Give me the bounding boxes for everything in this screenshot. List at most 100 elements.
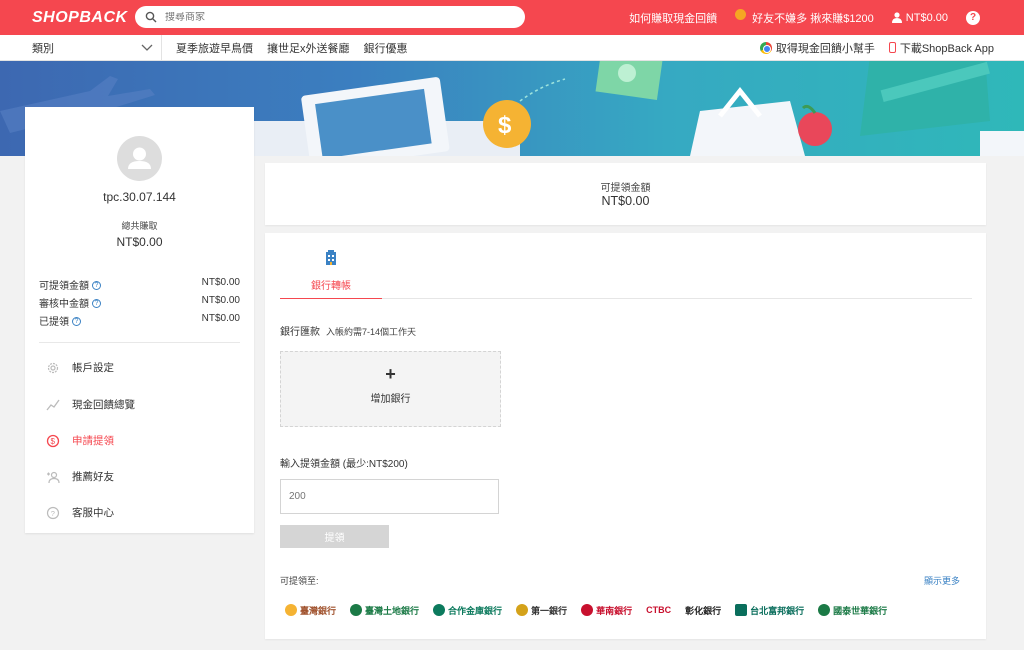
svg-text:?: ?	[51, 509, 55, 518]
withdrawable-label: 可提領金額	[600, 183, 651, 194]
avatar-user-icon	[128, 147, 151, 169]
top-bar: SHOPBACK 如何賺取現金回饋 好友不嫌多 揪來賺$1200 NT$0.00…	[0, 0, 1024, 35]
withdraw-to-label: 可提領至:	[280, 576, 319, 586]
info-icon[interactable]: ?	[92, 298, 101, 308]
app-download-link[interactable]: 下載ShopBack App	[888, 40, 994, 56]
trend-icon	[46, 398, 60, 412]
username: tpc.30.07.144	[103, 190, 176, 204]
bank-name: 華南銀行	[596, 605, 633, 616]
sub-nav: 類別 夏季旅遊早鳥價 攘世足x外送餐廳 銀行優惠 取得現金回饋小幫手 下載Sho…	[0, 34, 1024, 61]
bank-name: 合作金庫銀行	[448, 605, 503, 616]
bank-logo-ctbc: CTBC	[646, 605, 671, 615]
extension-label: 取得現金回饋小幫手	[775, 42, 875, 55]
bank-name: 臺灣土地銀行	[365, 605, 420, 616]
total-earned-label: 總共賺取	[121, 221, 158, 231]
svg-text:$: $	[498, 112, 512, 139]
stat-row-withdrawable: 可提領金額? NT$0.00	[39, 277, 240, 292]
balance-label: NT$0.00	[905, 11, 948, 24]
menu-cashback-overview[interactable]: 現金回饋總覽	[46, 397, 135, 412]
bank-logo-first: 第一銀行	[516, 604, 567, 617]
category-dropdown[interactable]: 類別	[32, 34, 162, 61]
coin-icon	[735, 9, 747, 20]
promo-link-worldcup[interactable]: 攘世足x外送餐廳	[267, 40, 350, 56]
withdraw-submit-button[interactable]: 提領	[280, 525, 389, 548]
search-input[interactable]	[165, 11, 505, 23]
bank-logo-cathay: 國泰世華銀行	[818, 604, 887, 617]
withdraw-icon: $	[46, 434, 60, 448]
tab-bank-transfer[interactable]: 銀行轉帳	[280, 247, 382, 299]
bank-logo-land: 臺灣土地銀行	[350, 604, 419, 617]
tab-label: 銀行轉帳	[311, 281, 351, 292]
stat-label: 可提領金額	[39, 281, 89, 292]
svg-text:$: $	[51, 437, 56, 446]
referral-label: 好友不嫌多 揪來賺$1200	[752, 12, 874, 25]
total-earned-value: NT$0.00	[116, 235, 163, 249]
bank-building-icon	[326, 250, 336, 265]
info-icon[interactable]: ?	[92, 280, 101, 290]
header-right: 如何賺取現金回饋 好友不嫌多 揪來賺$1200 NT$0.00 ?	[629, 0, 1024, 35]
menu-label: 客服中心	[72, 507, 114, 519]
stat-label: 審核中金額	[39, 299, 89, 310]
menu-label: 推薦好友	[72, 471, 114, 483]
stat-value: NT$0.00	[201, 313, 240, 324]
chevron-down-icon	[141, 44, 153, 51]
menu-account-settings[interactable]: 帳戶設定	[46, 360, 114, 375]
stat-value: NT$0.00	[201, 295, 240, 306]
transfer-note: 入帳約需7-14個工作天	[326, 327, 417, 337]
info-icon[interactable]: ?	[72, 316, 81, 326]
promo-links: 夏季旅遊早鳥價 攘世足x外送餐廳 銀行優惠	[176, 40, 422, 56]
divider	[39, 342, 240, 343]
shopback-logo[interactable]: SHOPBACK	[32, 9, 128, 27]
bank-logo-fubon: 台北富邦銀行	[735, 604, 804, 617]
show-more-link[interactable]: 顯示更多	[924, 574, 960, 587]
menu-label: 申請提領	[72, 435, 114, 447]
search-icon	[145, 11, 157, 23]
add-bank-button[interactable]: + 增加銀行	[280, 351, 501, 427]
user-icon	[891, 12, 902, 23]
help-circle-icon: ?	[46, 506, 60, 520]
menu-help-center[interactable]: ? 客服中心	[46, 505, 114, 520]
bank-name: CTBC	[646, 605, 672, 615]
search-box[interactable]	[135, 6, 525, 28]
transfer-title: 銀行匯款	[280, 327, 320, 338]
extension-link[interactable]: 取得現金回饋小幫手	[759, 40, 875, 56]
account-balance[interactable]: NT$0.00	[891, 11, 948, 24]
menu-refer-friends[interactable]: 推薦好友	[46, 469, 114, 484]
bank-logo-tcb: 合作金庫銀行	[433, 604, 502, 617]
how-to-earn-link[interactable]: 如何賺取現金回饋	[629, 10, 717, 26]
bank-logo-taiwan: 臺灣銀行	[285, 604, 336, 617]
stat-value: NT$0.00	[201, 277, 240, 288]
promo-link-bank[interactable]: 銀行優惠	[364, 40, 408, 56]
profile-panel: tpc.30.07.144 總共賺取 NT$0.00 可提領金額? NT$0.0…	[25, 107, 254, 533]
bank-logo-changhwa: 彰化銀行	[685, 604, 721, 617]
bank-name: 台北富邦銀行	[750, 605, 805, 616]
promo-link-travel[interactable]: 夏季旅遊早鳥價	[176, 40, 253, 56]
amount-label: 輸入提領金額 (最少:NT$200)	[280, 459, 408, 470]
bank-name: 彰化銀行	[685, 605, 722, 616]
bank-name: 臺灣銀行	[300, 605, 337, 616]
menu-withdraw[interactable]: $ 申請提領	[46, 433, 114, 448]
bank-name: 國泰世華銀行	[833, 605, 888, 616]
gear-icon	[46, 361, 60, 375]
how-to-earn-label: 如何賺取現金回饋	[629, 12, 718, 25]
app-download-label: 下載ShopBack App	[899, 42, 994, 55]
bank-name: 第一銀行	[531, 605, 568, 616]
referral-link[interactable]: 好友不嫌多 揪來賺$1200	[735, 9, 874, 26]
balance-card: 可提領金額 NT$0.00	[265, 163, 986, 225]
phone-icon	[888, 42, 896, 53]
chrome-icon	[759, 41, 772, 54]
add-bank-label: 增加銀行	[370, 394, 411, 405]
stat-label: 已提領	[39, 317, 69, 328]
avatar[interactable]	[117, 136, 162, 181]
stat-row-pending: 審核中金額? NT$0.00	[39, 295, 240, 310]
help-icon[interactable]: ?	[966, 10, 980, 25]
withdraw-card: 銀行轉帳 銀行匯款 入帳約需7-14個工作天 + 增加銀行 輸入提領金額 (最少:…	[265, 233, 986, 639]
bank-transfer-label: 銀行匯款 入帳約需7-14個工作天	[280, 323, 416, 338]
bank-logos: 臺灣銀行 臺灣土地銀行 合作金庫銀行 第一銀行 華南銀行 CTBC 彰化銀行 台…	[285, 601, 965, 619]
add-user-icon	[46, 470, 60, 484]
bank-logo-huanan: 華南銀行	[581, 604, 632, 617]
withdrawable-value: NT$0.00	[601, 194, 650, 208]
amount-input[interactable]	[280, 479, 499, 514]
sub-nav-right: 取得現金回饋小幫手 下載ShopBack App	[746, 40, 994, 56]
menu-label: 帳戶設定	[72, 362, 114, 374]
